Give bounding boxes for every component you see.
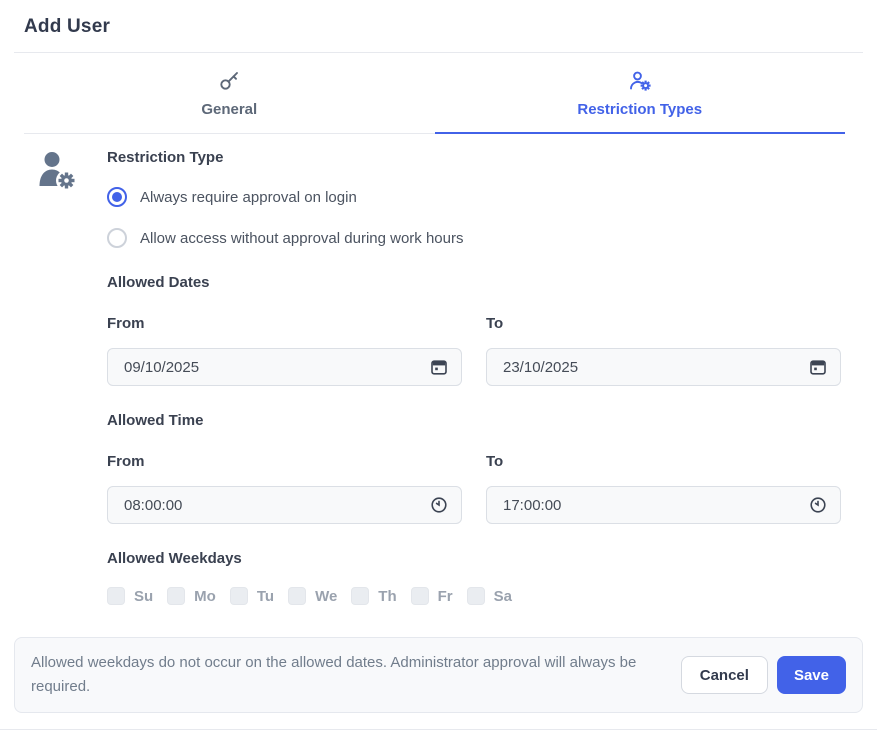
checkbox-icon	[411, 587, 429, 605]
restriction-types-panel: Restriction Type Always require approval…	[0, 134, 877, 605]
time-from-input[interactable]: 08:00:00	[107, 486, 462, 524]
weekday-fr[interactable]: Fr	[411, 587, 453, 605]
weekday-checkbox-group: Su Mo Tu We Th	[107, 587, 841, 605]
date-from-label: From	[107, 315, 462, 332]
weekday-label: Sa	[494, 588, 512, 605]
add-user-dialog: Add User General	[0, 0, 877, 730]
weekday-sa[interactable]: Sa	[467, 587, 512, 605]
dialog-footer: Allowed weekdays do not occur on the all…	[14, 637, 863, 713]
radio-label: Always require approval on login	[140, 189, 357, 206]
footer-buttons: Cancel Save	[681, 656, 846, 694]
allowed-weekdays-heading: Allowed Weekdays	[107, 550, 841, 567]
time-to-input[interactable]: 17:00:00	[486, 486, 841, 524]
restriction-type-heading: Restriction Type	[107, 149, 841, 166]
tab-restriction-types-label: Restriction Types	[577, 101, 702, 118]
weekday-label: Tu	[257, 588, 274, 605]
weekday-tu[interactable]: Tu	[230, 587, 274, 605]
clock-icon[interactable]	[809, 496, 827, 514]
date-to-value: 23/10/2025	[503, 359, 578, 376]
date-from-input[interactable]: 09/10/2025	[107, 348, 462, 386]
time-to-label: To	[486, 453, 841, 470]
cancel-button[interactable]: Cancel	[681, 656, 768, 694]
validation-message: Allowed weekdays do not occur on the all…	[31, 651, 661, 699]
allowed-time-heading: Allowed Time	[107, 412, 841, 429]
calendar-icon[interactable]	[430, 358, 448, 376]
radio-allow-access-work-hours[interactable]: Allow access without approval during wor…	[107, 228, 841, 248]
weekday-label: Mo	[194, 588, 216, 605]
tab-general[interactable]: General	[24, 53, 435, 134]
tab-general-label: General	[201, 101, 257, 118]
checkbox-icon	[107, 587, 125, 605]
checkbox-icon	[230, 587, 248, 605]
tab-bar: General Restriction Types	[24, 53, 845, 134]
radio-selected-icon	[107, 187, 127, 207]
user-gear-large-icon	[38, 179, 78, 196]
weekday-th[interactable]: Th	[351, 587, 396, 605]
weekday-label: Fr	[438, 588, 453, 605]
save-button[interactable]: Save	[777, 656, 846, 694]
date-from-value: 09/10/2025	[124, 359, 199, 376]
section-icon-column	[38, 149, 107, 605]
weekday-mo[interactable]: Mo	[167, 587, 216, 605]
user-gear-icon	[628, 69, 652, 93]
date-to-input[interactable]: 23/10/2025	[486, 348, 841, 386]
radio-label: Allow access without approval during wor…	[140, 230, 464, 247]
checkbox-icon	[467, 587, 485, 605]
clock-icon[interactable]	[430, 496, 448, 514]
tab-restriction-types[interactable]: Restriction Types	[435, 53, 846, 134]
dialog-header: Add User	[0, 0, 877, 52]
key-icon	[217, 69, 241, 93]
weekday-we[interactable]: We	[288, 587, 337, 605]
page-title: Add User	[24, 16, 853, 38]
time-from-value: 08:00:00	[124, 497, 182, 514]
weekday-label: Su	[134, 588, 153, 605]
allowed-dates-heading: Allowed Dates	[107, 274, 841, 291]
checkbox-icon	[288, 587, 306, 605]
weekday-su[interactable]: Su	[107, 587, 153, 605]
date-to-label: To	[486, 315, 841, 332]
calendar-icon[interactable]	[809, 358, 827, 376]
radio-unselected-icon	[107, 228, 127, 248]
weekday-label: We	[315, 588, 337, 605]
checkbox-icon	[351, 587, 369, 605]
radio-always-require-approval[interactable]: Always require approval on login	[107, 187, 841, 207]
time-to-value: 17:00:00	[503, 497, 561, 514]
time-from-label: From	[107, 453, 462, 470]
checkbox-icon	[167, 587, 185, 605]
weekday-label: Th	[378, 588, 396, 605]
